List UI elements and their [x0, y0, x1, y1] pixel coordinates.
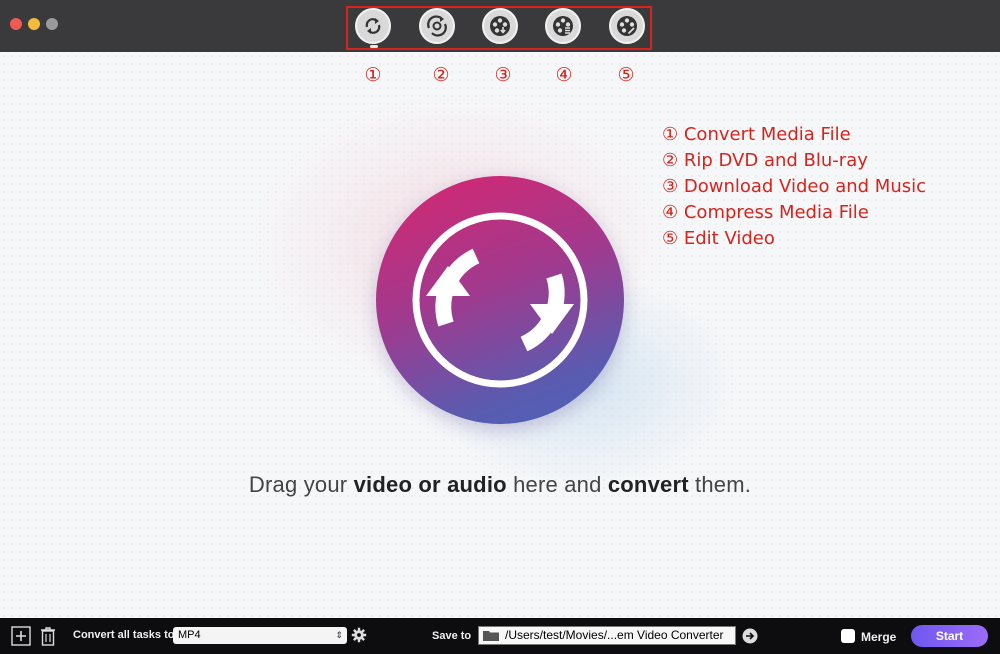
output-path-field[interactable]: /Users/test/Movies/...em Video Converter [478, 626, 736, 645]
add-file-button[interactable] [11, 626, 31, 646]
delete-all-button[interactable] [38, 626, 58, 646]
add-icon [11, 626, 31, 646]
bottom-bar: Convert all tasks to MP4 ⇕ Save to /User… [0, 618, 1000, 654]
legend-item: ③ Download Video and Music [662, 176, 927, 197]
output-path-value: /Users/test/Movies/...em Video Converter [505, 628, 724, 642]
film-reel-compress-icon [553, 16, 573, 36]
start-button[interactable]: Start [911, 625, 988, 647]
output-format-select[interactable]: MP4 ⇕ [173, 627, 347, 644]
annotation-number-4: ④ [555, 64, 573, 86]
convert-tool-button[interactable] [355, 8, 391, 44]
annotation-number-3: ③ [494, 64, 512, 86]
annotation-number-2: ② [432, 64, 450, 86]
trash-icon [41, 627, 55, 646]
convert-icon [365, 18, 381, 34]
drop-zone[interactable]: ① ② ③ ④ ⑤ ① Convert Media File ② Rip DVD… [0, 52, 1000, 618]
edit-tool-button[interactable] [609, 8, 645, 44]
output-format-value: MP4 [178, 629, 201, 641]
add-media-button[interactable] [376, 176, 624, 424]
minimize-window-button[interactable] [28, 18, 40, 30]
arrow-right-circle-icon [742, 628, 758, 644]
open-folder-button[interactable] [742, 628, 758, 644]
merge-label: Merge [861, 630, 897, 644]
active-tool-indicator [370, 45, 378, 48]
legend-item: ① Convert Media File [662, 124, 851, 145]
zoom-window-button[interactable] [46, 18, 58, 30]
annotation-legend: ① Convert Media File ② Rip DVD and Blu-r… [662, 122, 926, 252]
rip-disc-icon [427, 15, 447, 37]
compress-tool-button[interactable] [545, 8, 581, 44]
folder-icon [483, 631, 499, 641]
select-arrows-icon: ⇕ [335, 630, 343, 640]
annotation-number-5: ⑤ [617, 64, 635, 86]
rip-dvd-tool-button[interactable] [419, 8, 455, 44]
convert-arrows-icon [412, 212, 588, 388]
legend-item: ⑤ Edit Video [662, 228, 775, 249]
annotation-number-1: ① [364, 64, 382, 86]
gear-icon [351, 627, 367, 643]
download-tool-button[interactable] [482, 8, 518, 44]
film-reel-download-icon [490, 16, 510, 36]
drag-instructions: Drag your video or audio here and conver… [248, 472, 752, 497]
format-settings-button[interactable] [351, 627, 367, 643]
legend-item: ② Rip DVD and Blu-ray [662, 150, 868, 171]
legend-item: ④ Compress Media File [662, 202, 869, 223]
save-to-label: Save to [432, 630, 472, 642]
film-reel-edit-icon [617, 16, 637, 36]
merge-checkbox[interactable] [841, 629, 855, 643]
title-bar [0, 0, 1000, 52]
close-window-button[interactable] [10, 18, 22, 30]
convert-all-label: Convert all tasks to [73, 629, 175, 641]
